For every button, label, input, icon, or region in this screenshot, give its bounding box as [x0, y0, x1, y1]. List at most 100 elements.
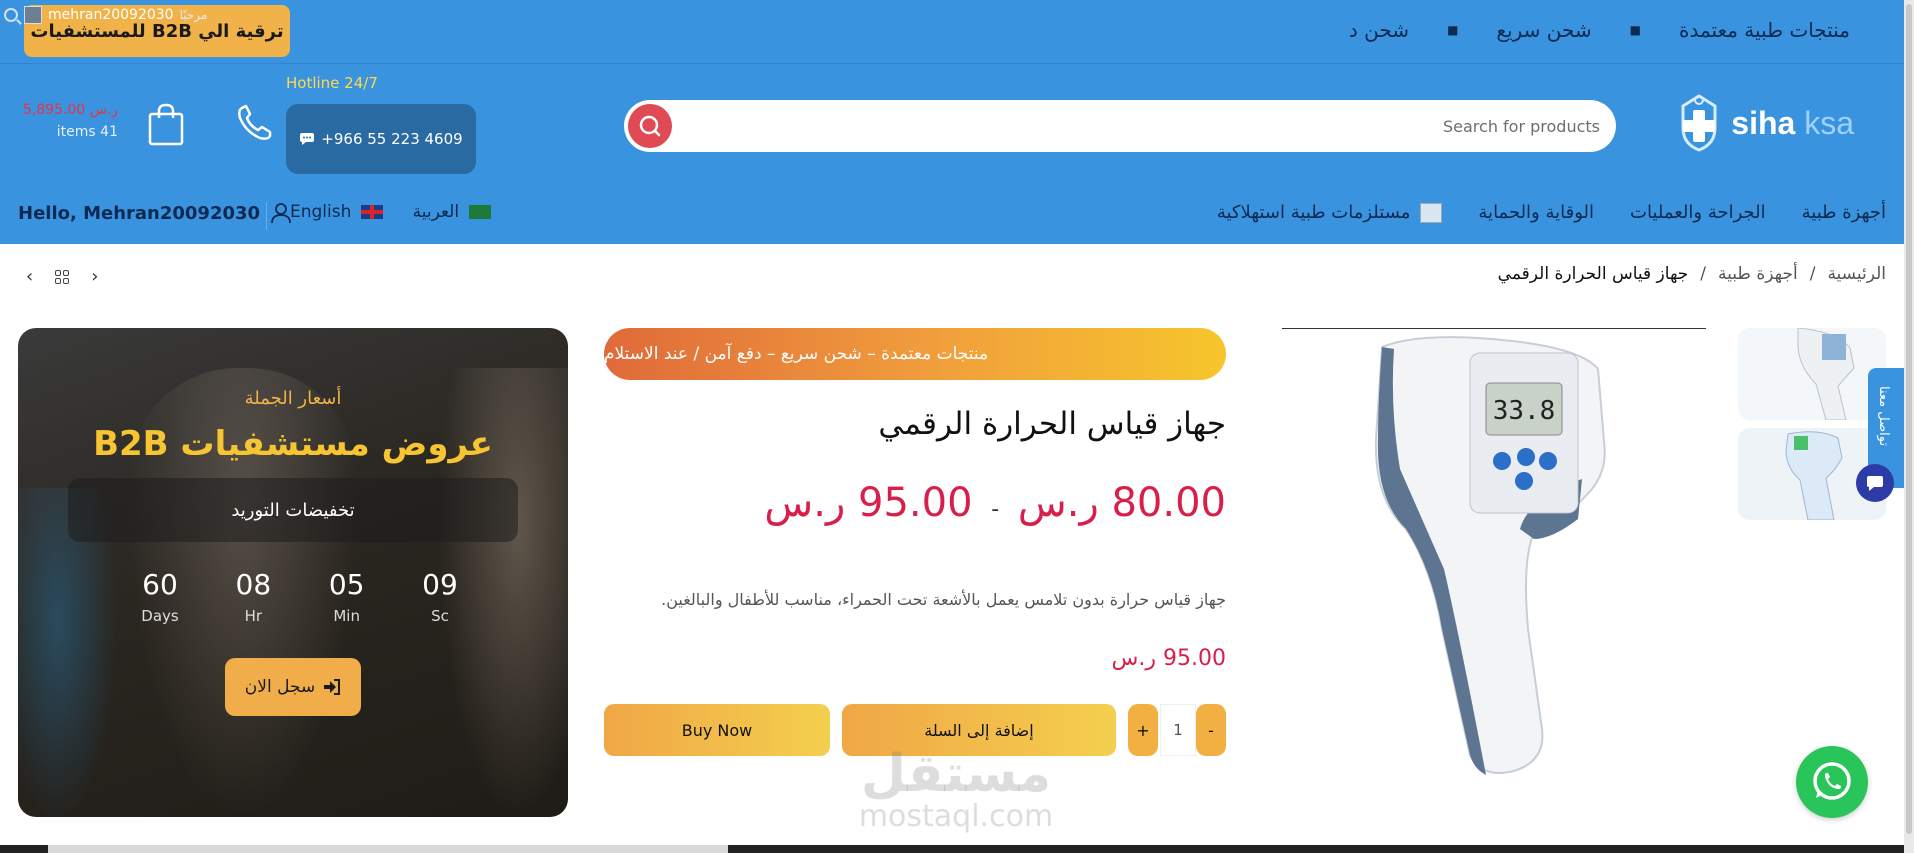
watermark-arabic: مستقل — [860, 744, 1052, 804]
consumables-thumbnail — [1420, 202, 1443, 223]
phone-icon[interactable] — [232, 100, 278, 146]
site-logo[interactable]: siha ksa — [1671, 92, 1854, 154]
qty-value[interactable]: 1 — [1160, 704, 1196, 756]
countdown-days: 60 Days — [130, 568, 190, 625]
page-scrollbar[interactable] — [1904, 0, 1914, 853]
add-to-cart-label: إضافة إلى السلة — [924, 720, 1034, 740]
page: منتجات طبية معتمدة ■ شحن سريع ■ شحن د تر… — [0, 0, 1914, 853]
horizontal-scrollbar[interactable] — [0, 845, 1904, 853]
quantity-stepper: + 1 - — [1128, 704, 1226, 756]
product-description: جهاز قياس حرارة بدون تلامس يعمل بالأشعة … — [661, 590, 1226, 609]
whatsapp-icon — [1813, 762, 1851, 800]
chat-icon — [1867, 476, 1883, 491]
qty-minus-button[interactable]: - — [1196, 704, 1226, 756]
search-button[interactable] — [628, 104, 672, 148]
menu-item-protection[interactable]: الوقاية والحماية — [1478, 202, 1594, 223]
breadcrumb-category[interactable]: أجهزة طبية — [1718, 264, 1798, 284]
ticker-item: شحن سريع — [1496, 18, 1592, 42]
ticker-item: منتجات طبية معتمدة — [1679, 18, 1850, 42]
user-icon — [271, 203, 291, 224]
ticker-mask — [290, 6, 310, 58]
countdown-value: 08 — [235, 568, 272, 601]
countdown-minutes: 05 Min — [317, 568, 377, 625]
search-icon — [639, 115, 661, 137]
breadcrumb-home[interactable]: الرئيسية — [1827, 264, 1886, 284]
hotline-button[interactable]: +966 55 223 4609 — [286, 104, 476, 174]
mini-username: mehran20092030 — [48, 7, 174, 23]
menu-item-medical-devices[interactable]: أجهزة طبية — [1802, 202, 1886, 223]
logo-ksa: ksa — [1804, 104, 1854, 141]
menu-item-consumables[interactable]: مستلزمات طبية استهلاكية — [1217, 202, 1443, 223]
buy-now-button[interactable]: Buy Now — [604, 704, 830, 756]
price-max: 95.00 ر.س — [764, 480, 973, 526]
mini-welcome: مرحبًا — [179, 8, 208, 22]
language-switcher: English ⌄ العربية — [290, 202, 492, 222]
price-separator: - — [991, 497, 1000, 522]
lang-arabic[interactable]: العربية — [413, 202, 459, 222]
announcement-bar: منتجات طبية معتمدة ■ شحن سريع ■ شحن د تر… — [0, 0, 1914, 64]
countdown-hours: 08 Hr — [223, 568, 283, 625]
cart-summary[interactable]: 5,895.00 ر.س items 41 — [14, 102, 118, 140]
countdown-seconds: 09 Sc — [410, 568, 470, 625]
hello-user: Hello, Mehran20092030 — [18, 202, 261, 224]
logo-text: siha ksa — [1731, 105, 1854, 142]
announcement-ticker: منتجات طبية معتمدة ■ شحن سريع ■ شحن د — [1349, 18, 1850, 42]
avatar — [24, 6, 42, 24]
breadcrumb-separator: / — [1700, 264, 1707, 284]
countdown-value: 60 — [142, 568, 178, 601]
chevron-left-icon[interactable]: ‹ — [26, 266, 33, 287]
ticker-dot: ■ — [1629, 23, 1642, 37]
promo-text: منتجات معتمدة – شحن سريع – دفع آمن / عند… — [604, 344, 989, 364]
countdown-label: Hr — [244, 607, 263, 625]
chevron-right-icon[interactable]: › — [91, 266, 98, 287]
product-main-image[interactable]: 33.8 — [1282, 328, 1706, 782]
watermark: مستقل mostaql.com — [846, 746, 1066, 832]
logo-siha: siha — [1731, 104, 1796, 141]
whatsapp-button[interactable] — [1796, 746, 1868, 818]
cart-total: 5,895.00 ر.س — [22, 102, 118, 118]
mini-user[interactable]: mehran20092030 مرحبًا — [4, 6, 207, 24]
horizontal-scrollbar-thumb[interactable] — [48, 845, 728, 853]
sign-in-icon — [324, 679, 341, 695]
ticker-dot: ■ — [1447, 23, 1459, 37]
countdown-label: Min — [333, 607, 360, 625]
price-range: 80.00 ر.س - 95.00 ر.س — [764, 480, 1226, 526]
b2b-band: تخفيضات التوريد — [68, 478, 518, 542]
b2b-offer-card: أسعار الجملة عروض مستشفيات B2B تخفيضات ا… — [18, 328, 568, 817]
breadcrumb-separator: / — [1809, 264, 1816, 284]
search-bar — [624, 100, 1616, 152]
live-chat-button[interactable] — [1856, 464, 1894, 502]
countdown-value: 09 — [422, 568, 458, 601]
hotline-label: Hotline 24/7 — [286, 74, 378, 92]
menu-item-consumables-label: مستلزمات طبية استهلاكية — [1216, 202, 1411, 223]
main-menu: أجهزة طبية الجراحة والعمليات الوقاية وال… — [1217, 202, 1886, 223]
menu-item-surgery[interactable]: الجراحة والعمليات — [1630, 202, 1766, 223]
chat-icon — [300, 133, 315, 145]
uk-flag-icon — [361, 205, 384, 219]
cart-items-count: items 41 — [56, 124, 118, 140]
grid-icon[interactable] — [55, 269, 70, 284]
thumbnail-1[interactable] — [1738, 328, 1886, 420]
buy-now-label: Buy Now — [681, 720, 753, 740]
main-nav-row: أجهزة طبية الجراحة والعمليات الوقاية وال… — [0, 192, 1914, 240]
device-display-reading: 33.8 — [1493, 396, 1556, 426]
register-button[interactable]: سجل الان — [225, 658, 361, 716]
countdown-timer: 60 Days 08 Hr 05 Min 09 Sc — [130, 568, 470, 625]
promo-banner: منتجات معتمدة – شحن سريع – دفع آمن / عند… — [604, 328, 1226, 380]
register-label: سجل الان — [244, 677, 316, 697]
search-icon[interactable] — [4, 8, 18, 22]
search-input[interactable] — [684, 100, 1600, 152]
chevron-down-icon[interactable]: ⌄ — [393, 206, 402, 219]
ticker-item: شحن د — [1348, 18, 1410, 42]
watermark-url: mostaql.com — [858, 799, 1054, 834]
account-link[interactable]: Hello, Mehran20092030 — [18, 202, 292, 224]
breadcrumb: الرئيسية / أجهزة طبية / جهاز قياس الحرار… — [1498, 264, 1886, 284]
lang-english[interactable]: English — [290, 202, 351, 222]
b2b-subtitle: أسعار الجملة — [244, 388, 342, 409]
product-title: جهاز قياس الحرارة الرقمي — [878, 406, 1226, 442]
countdown-label: Days — [141, 607, 179, 625]
contact-side-tab-label: تواصل معنا — [1876, 386, 1891, 447]
shopping-bag-icon[interactable] — [146, 102, 186, 146]
qty-plus-button[interactable]: + — [1128, 704, 1158, 756]
scrollbar-thumb[interactable] — [1906, 4, 1912, 834]
